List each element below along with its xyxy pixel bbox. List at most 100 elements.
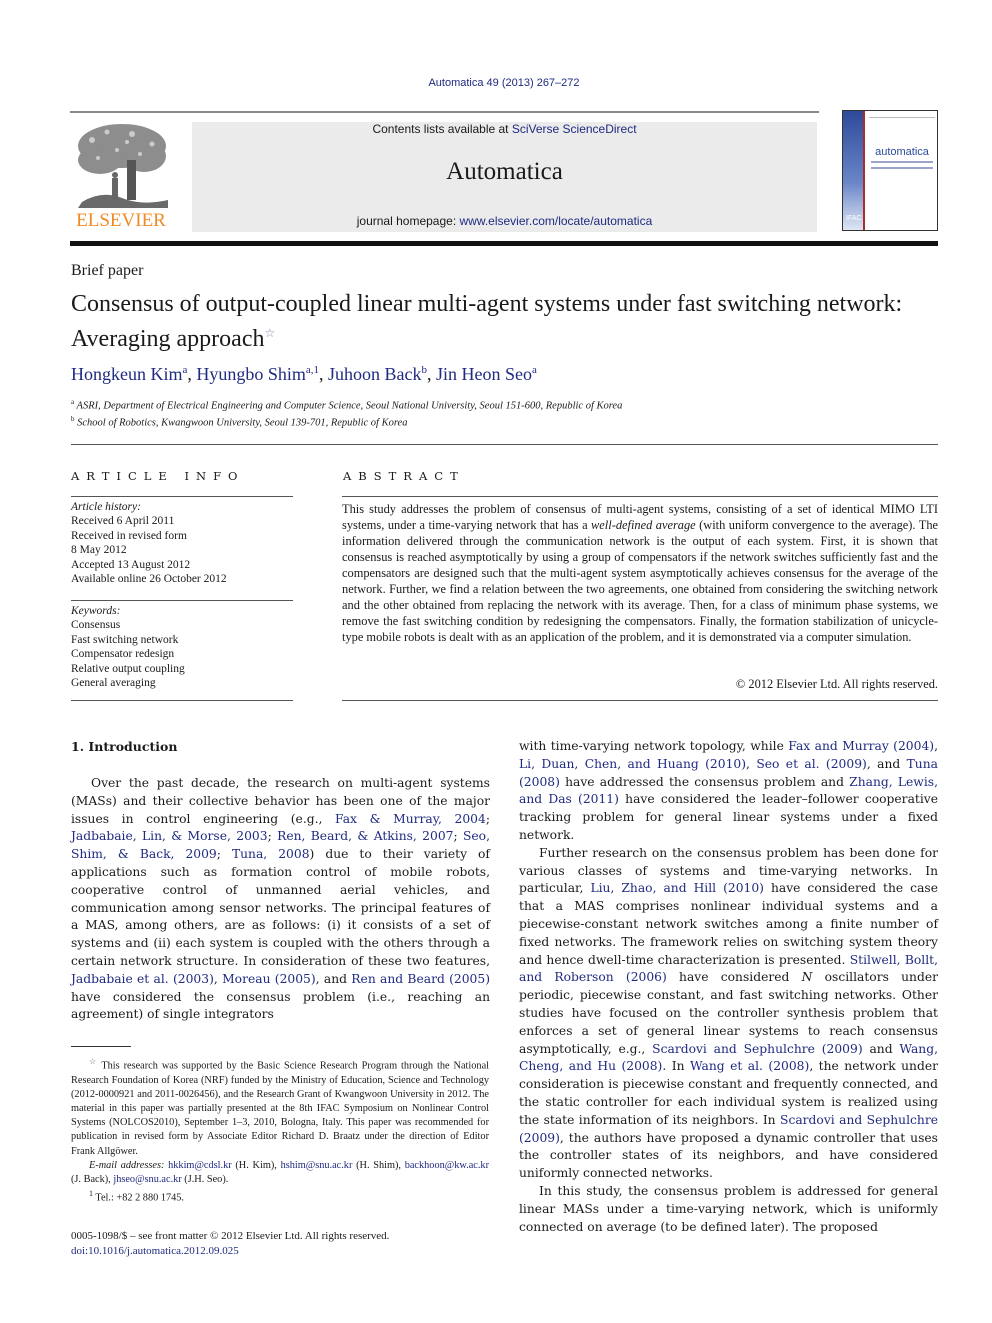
cover-blue-strip [843,111,863,230]
header-thick-rule [70,241,938,246]
footnote-number: 1 [89,1189,93,1199]
divider [71,444,938,445]
ifac-logo-icon: IFAC [846,215,862,222]
footnote-star-icon: ☆ [89,1057,98,1066]
affiliation-key: b [71,415,75,423]
reference-link[interactable]: Scardovi and Sephulchre (2009) [652,1042,862,1056]
sciencedirect-link[interactable]: SciVerse ScienceDirect [512,122,637,136]
reference-link[interactable]: Li, Duan, Chen, and Huang (2010) [519,757,746,771]
elsevier-logo[interactable]: ELSEVIER [70,120,172,232]
divider [71,496,293,497]
paragraph: with time-varying network topology, whil… [519,738,938,845]
history-label: Article history: [71,501,141,513]
paper-type: Brief paper [71,262,144,279]
text-run: , and [866,756,907,771]
email-link[interactable]: hkkim@cdsl.kr [168,1160,232,1171]
reference-link[interactable]: Jadbabaie, Lin, & Morse, 2003 [71,829,268,843]
email-footnote: E-mail addresses: hkkim@cdsl.kr (H. Kim)… [71,1159,489,1187]
title-footnote-star-icon[interactable]: ☆ [264,326,275,340]
text-run: , the authors have proposed a dynamic co… [519,1130,938,1181]
doi-link[interactable]: doi:10.1016/j.automatica.2012.09.025 [71,1245,239,1257]
author-affiliation-mark[interactable]: a,1 [306,364,319,376]
footnote-rule [71,1046,131,1047]
homepage-line: journal homepage: www.elsevier.com/locat… [192,214,817,228]
funding-footnote: ☆ This research was supported by the Bas… [71,1055,489,1159]
reference-link[interactable]: Wang et al. (2008) [690,1059,809,1073]
reference-link[interactable]: Liu, Zhao, and Hill (2010) [590,881,764,895]
author-separator: , [427,364,437,384]
journal-homepage-link[interactable]: www.elsevier.com/locate/automatica [460,214,653,228]
text-run: In this study, the consensus problem is … [519,1183,938,1234]
history-item: Received 6 April 2011 [71,515,175,528]
footnotes: ☆ This research was supported by the Bas… [71,1055,489,1206]
body-column-right: with time-varying network topology, whil… [519,738,938,1236]
abstract-copyright: © 2012 Elsevier Ltd. All rights reserved… [735,677,938,691]
affiliation-key: a [71,398,75,406]
reference-link[interactable]: Tuna, 2008 [232,847,310,861]
journal-cover-thumbnail[interactable]: automatica IFAC [842,110,938,231]
text-run: . In [662,1059,690,1074]
cover-red-line [863,111,865,230]
email-owner: (J.H. Seo). [181,1174,229,1186]
text-run: with time-varying network topology, whil… [519,739,789,753]
homepage-prefix: journal homepage: [356,214,460,228]
journal-name: Automatica [446,158,563,185]
contents-line: Contents lists available at SciVerse Sci… [192,122,817,136]
keyword-item: Consensus [71,619,121,632]
history-item: 8 May 2012 [71,544,127,557]
abstract-emphasis: well-defined average [591,518,696,532]
affiliation-text: ASRI, Department of Electrical Engineeri… [76,400,623,412]
reference-link[interactable]: Seo et al. (2009) [756,757,867,771]
elsevier-wordmark: ELSEVIER [76,210,166,231]
author-affiliation-mark[interactable]: a [532,364,537,376]
text-run: have addressed the consensus problem and [559,774,850,789]
text-run: , [213,971,223,986]
affiliation-b: b School of Robotics, Kwangwoon Universi… [71,415,407,429]
reference-link[interactable]: Ren and Beard (2005) [351,972,490,986]
author-link[interactable]: Jin Heon Seo [436,364,532,384]
citation-link[interactable]: Automatica 49 (2013) 267–272 [428,77,579,89]
email-label: E-mail addresses: [89,1159,165,1171]
paragraph: Over the past decade, the research on mu… [71,775,490,1024]
text-run: , [934,739,938,753]
text-run: ; [453,829,463,844]
tel-footnote: 1 Tel.: +82 2 880 1745. [71,1187,489,1206]
reference-link[interactable]: Ren, Beard, & Atkins, 2007 [277,829,453,843]
divider [71,700,293,701]
email-owner: (H. Shim), [352,1159,405,1171]
reference-link[interactable]: Fax and Murray (2004) [788,739,934,753]
reference-link[interactable]: Fax & Murray, 2004 [335,812,486,826]
journal-citation[interactable]: Automatica 49 (2013) 267–272 [0,77,992,89]
article-history: Article history: Received 6 April 2011 R… [71,500,293,586]
email-link[interactable]: backhoon@kw.ac.kr [405,1160,489,1171]
author-link[interactable]: Hyungbo Shim [196,364,306,384]
text-run: have considered [666,970,802,985]
email-owner: (H. Kim), [231,1159,281,1171]
section-heading-introduction: 1. Introduction [71,739,178,754]
abstract-text: This study addresses the problem of cons… [342,501,938,645]
author-link[interactable]: Juhoon Back [328,364,422,384]
email-link[interactable]: hshim@snu.ac.kr [281,1160,353,1171]
author-separator: , [319,364,329,384]
tel-text: Tel.: +82 2 880 1745. [95,1192,184,1204]
header-rule [70,111,819,113]
author-link[interactable]: Hongkeun Kim [71,364,183,384]
keywords-label: Keywords: [71,605,121,617]
article-info-heading: ARTICLE INFO [71,469,245,483]
keyword-item: General averaging [71,677,156,690]
issn-line: 0005-1098/$ – see front matter © 2012 El… [71,1230,390,1242]
paper-title: Consensus of output-coupled linear multi… [71,290,941,354]
reference-link[interactable]: Jadbabaie et al. (2003) [71,972,214,986]
divider [71,600,293,601]
email-link[interactable]: jhseo@snu.ac.kr [113,1174,181,1185]
reference-link[interactable]: Moreau (2005) [222,972,316,986]
text-run: ; [267,829,278,844]
keyword-item: Fast switching network [71,633,179,646]
elsevier-tree-icon [72,120,170,208]
author-list: Hongkeun Kim a, Hyungbo Shima,1, Juhoon B… [71,364,537,385]
affiliation-text: School of Robotics, Kwangwoon University… [77,417,408,429]
funding-text: This research was supported by the Basic… [71,1060,490,1157]
keyword-item: Compensator redesign [71,648,175,661]
text-run: ; [485,811,490,826]
text-run: , and [315,971,352,986]
